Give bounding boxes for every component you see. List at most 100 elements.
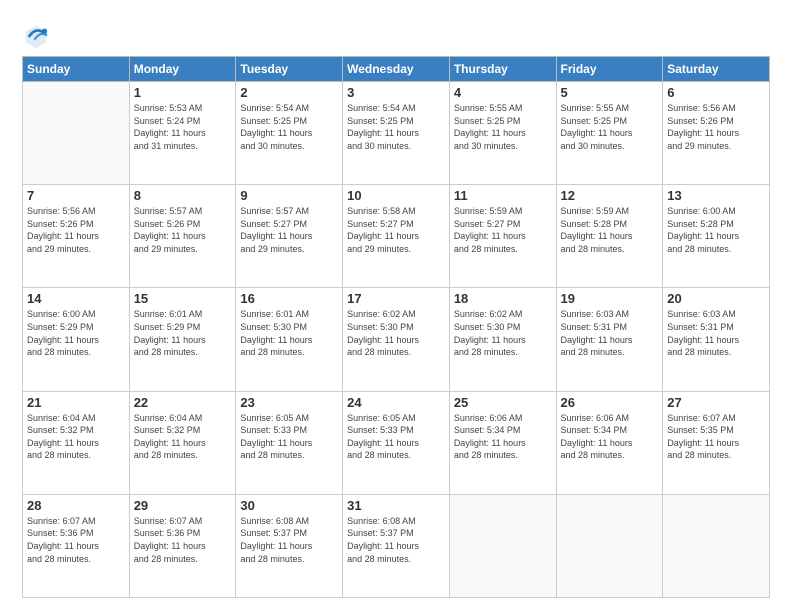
daylight-text-2: and 29 minutes.	[667, 140, 765, 153]
daylight-text: Daylight: 11 hours	[27, 540, 125, 553]
day-number: 30	[240, 498, 338, 513]
sunrise-text: Sunrise: 6:06 AM	[454, 412, 552, 425]
weekday-header: Friday	[556, 57, 663, 82]
daylight-text-2: and 28 minutes.	[27, 553, 125, 566]
day-info: Sunrise: 6:07 AMSunset: 5:36 PMDaylight:…	[134, 515, 232, 565]
calendar-week-row: 14Sunrise: 6:00 AMSunset: 5:29 PMDayligh…	[23, 288, 770, 391]
day-info: Sunrise: 5:59 AMSunset: 5:27 PMDaylight:…	[454, 205, 552, 255]
weekday-header-row: SundayMondayTuesdayWednesdayThursdayFrid…	[23, 57, 770, 82]
daylight-text-2: and 29 minutes.	[347, 243, 445, 256]
calendar-cell: 20Sunrise: 6:03 AMSunset: 5:31 PMDayligh…	[663, 288, 770, 391]
daylight-text-2: and 28 minutes.	[240, 346, 338, 359]
sunset-text: Sunset: 5:25 PM	[347, 115, 445, 128]
day-info: Sunrise: 6:04 AMSunset: 5:32 PMDaylight:…	[27, 412, 125, 462]
day-info: Sunrise: 5:55 AMSunset: 5:25 PMDaylight:…	[454, 102, 552, 152]
daylight-text-2: and 28 minutes.	[347, 553, 445, 566]
day-number: 1	[134, 85, 232, 100]
daylight-text-2: and 28 minutes.	[561, 243, 659, 256]
sunrise-text: Sunrise: 5:57 AM	[240, 205, 338, 218]
daylight-text: Daylight: 11 hours	[134, 437, 232, 450]
day-info: Sunrise: 5:59 AMSunset: 5:28 PMDaylight:…	[561, 205, 659, 255]
sunset-text: Sunset: 5:37 PM	[240, 527, 338, 540]
weekday-header: Thursday	[449, 57, 556, 82]
sunset-text: Sunset: 5:26 PM	[667, 115, 765, 128]
daylight-text: Daylight: 11 hours	[454, 127, 552, 140]
sunrise-text: Sunrise: 6:07 AM	[667, 412, 765, 425]
day-number: 21	[27, 395, 125, 410]
daylight-text-2: and 31 minutes.	[134, 140, 232, 153]
day-number: 7	[27, 188, 125, 203]
weekday-header: Tuesday	[236, 57, 343, 82]
day-number: 28	[27, 498, 125, 513]
day-info: Sunrise: 6:00 AMSunset: 5:29 PMDaylight:…	[27, 308, 125, 358]
calendar-week-row: 7Sunrise: 5:56 AMSunset: 5:26 PMDaylight…	[23, 185, 770, 288]
calendar-cell: 24Sunrise: 6:05 AMSunset: 5:33 PMDayligh…	[343, 391, 450, 494]
calendar-cell: 9Sunrise: 5:57 AMSunset: 5:27 PMDaylight…	[236, 185, 343, 288]
daylight-text-2: and 28 minutes.	[667, 243, 765, 256]
sunrise-text: Sunrise: 5:57 AM	[134, 205, 232, 218]
daylight-text-2: and 28 minutes.	[561, 449, 659, 462]
calendar-cell: 8Sunrise: 5:57 AMSunset: 5:26 PMDaylight…	[129, 185, 236, 288]
weekday-header: Saturday	[663, 57, 770, 82]
header	[22, 18, 770, 50]
calendar-cell: 28Sunrise: 6:07 AMSunset: 5:36 PMDayligh…	[23, 494, 130, 597]
daylight-text-2: and 30 minutes.	[240, 140, 338, 153]
daylight-text: Daylight: 11 hours	[27, 437, 125, 450]
sunrise-text: Sunrise: 6:00 AM	[667, 205, 765, 218]
calendar-cell	[663, 494, 770, 597]
day-number: 19	[561, 291, 659, 306]
day-info: Sunrise: 6:08 AMSunset: 5:37 PMDaylight:…	[347, 515, 445, 565]
daylight-text: Daylight: 11 hours	[454, 230, 552, 243]
daylight-text: Daylight: 11 hours	[240, 334, 338, 347]
calendar-cell: 5Sunrise: 5:55 AMSunset: 5:25 PMDaylight…	[556, 82, 663, 185]
daylight-text-2: and 28 minutes.	[134, 553, 232, 566]
day-number: 6	[667, 85, 765, 100]
calendar-cell: 21 Sunrise: 6:04 AMSunset: 5:32 PMDayligh…	[23, 391, 130, 494]
weekday-header: Monday	[129, 57, 236, 82]
daylight-text-2: and 30 minutes.	[561, 140, 659, 153]
calendar-cell	[23, 82, 130, 185]
day-info: Sunrise: 5:56 AMSunset: 5:26 PMDaylight:…	[667, 102, 765, 152]
sunset-text: Sunset: 5:36 PM	[134, 527, 232, 540]
calendar-cell: 12 Sunrise: 5:59 AMSunset: 5:28 PMDayligh…	[556, 185, 663, 288]
daylight-text: Daylight: 11 hours	[134, 540, 232, 553]
calendar-cell	[556, 494, 663, 597]
day-number: 2	[240, 85, 338, 100]
day-number: 12	[561, 188, 659, 203]
sunrise-text: Sunrise: 6:05 AM	[347, 412, 445, 425]
day-info: Sunrise: 6:00 AMSunset: 5:28 PMDaylight:…	[667, 205, 765, 255]
sunset-text: Sunset: 5:30 PM	[240, 321, 338, 334]
daylight-text-2: and 28 minutes.	[134, 346, 232, 359]
daylight-text-2: and 28 minutes.	[454, 243, 552, 256]
sunrise-text: Sunrise: 5:59 AM	[454, 205, 552, 218]
calendar-cell	[449, 494, 556, 597]
calendar-week-row: 1Sunrise: 5:53 AMSunset: 5:24 PMDaylight…	[23, 82, 770, 185]
sunset-text: Sunset: 5:36 PM	[27, 527, 125, 540]
day-info: Sunrise: 5:54 AMSunset: 5:25 PMDaylight:…	[347, 102, 445, 152]
calendar-cell: 4Sunrise: 5:55 AMSunset: 5:25 PMDaylight…	[449, 82, 556, 185]
calendar-cell: 13Sunrise: 6:00 AMSunset: 5:28 PMDayligh…	[663, 185, 770, 288]
calendar-cell: 31Sunrise: 6:08 AMSunset: 5:37 PMDayligh…	[343, 494, 450, 597]
day-number: 16	[240, 291, 338, 306]
calendar-cell: 27Sunrise: 6:07 AMSunset: 5:35 PMDayligh…	[663, 391, 770, 494]
sunset-text: Sunset: 5:30 PM	[347, 321, 445, 334]
day-info: Sunrise: 6:01 AMSunset: 5:29 PMDaylight:…	[134, 308, 232, 358]
daylight-text: Daylight: 11 hours	[134, 230, 232, 243]
calendar-cell: 22Sunrise: 6:04 AMSunset: 5:32 PMDayligh…	[129, 391, 236, 494]
calendar-week-row: 21 Sunrise: 6:04 AMSunset: 5:32 PMDayligh…	[23, 391, 770, 494]
sunset-text: Sunset: 5:27 PM	[347, 218, 445, 231]
day-number: 24	[347, 395, 445, 410]
sunrise-text: Sunrise: 6:01 AM	[134, 308, 232, 321]
daylight-text: Daylight: 11 hours	[347, 437, 445, 450]
sunrise-text: Sunrise: 5:58 AM	[347, 205, 445, 218]
sunrise-text: Sunrise: 6:04 AM	[134, 412, 232, 425]
day-info: Sunrise: 6:03 AMSunset: 5:31 PMDaylight:…	[561, 308, 659, 358]
day-number: 23	[240, 395, 338, 410]
sunset-text: Sunset: 5:27 PM	[240, 218, 338, 231]
sunrise-text: Sunrise: 6:08 AM	[347, 515, 445, 528]
day-number: 15	[134, 291, 232, 306]
sunset-text: Sunset: 5:27 PM	[454, 218, 552, 231]
daylight-text-2: and 28 minutes.	[454, 346, 552, 359]
day-number: 17	[347, 291, 445, 306]
day-info: Sunrise: 5:55 AMSunset: 5:25 PMDaylight:…	[561, 102, 659, 152]
